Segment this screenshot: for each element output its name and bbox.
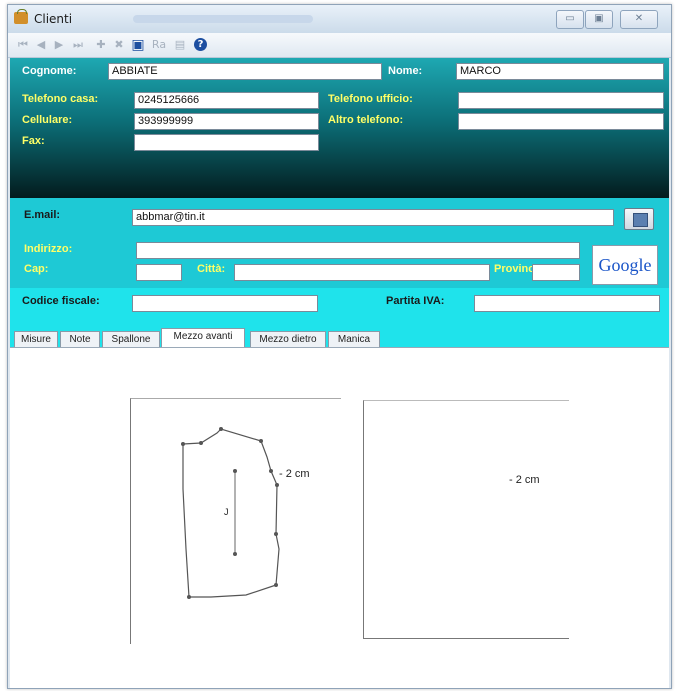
provincia-field[interactable]: [532, 264, 580, 281]
help-icon[interactable]: ?: [194, 38, 207, 51]
codice-fiscale-field[interactable]: [132, 295, 318, 312]
tab-manica[interactable]: Manica: [328, 331, 380, 347]
tab-mezzo-avanti[interactable]: Mezzo avanti: [161, 328, 245, 347]
telefono-ufficio-field[interactable]: [458, 92, 664, 109]
codice-fiscale-label: Codice fiscale:: [22, 295, 100, 307]
cognome-field[interactable]: ABBIATE: [108, 63, 382, 80]
title-blurred-text: [133, 15, 313, 23]
partita-iva-field[interactable]: [474, 295, 660, 312]
indirizzo-label: Indirizzo:: [24, 243, 73, 255]
front-pattern-drawing: [181, 427, 280, 599]
first-record-icon[interactable]: ⏮: [16, 37, 30, 53]
altro-telefono-field[interactable]: [458, 113, 664, 130]
title-bar: Clienti ▭ ▣ ✕: [8, 5, 671, 33]
back-measure-label: - 2 cm: [509, 474, 540, 486]
email-icon: [633, 213, 648, 227]
front-pattern-image: - 2 cm J: [130, 398, 341, 644]
clienti-window: Clienti ▭ ▣ ✕ ⏮ ◀ ▶ ⏭ ✚ ✖ ▣ Ra ▤ ? Cogno…: [7, 4, 672, 689]
app-icon: [14, 9, 28, 24]
last-record-icon[interactable]: ⏭: [70, 37, 86, 53]
tab-mezzo-dietro[interactable]: Mezzo dietro: [250, 331, 326, 347]
partita-iva-label: Partita IVA:: [386, 295, 445, 307]
telefono-ufficio-label: Telefono ufficio:: [328, 93, 413, 105]
front-measure-label: - 2 cm: [279, 468, 310, 480]
previous-record-icon[interactable]: ◀: [34, 37, 48, 53]
cap-field[interactable]: [136, 264, 182, 281]
telefono-casa-label: Telefono casa:: [22, 93, 99, 105]
add-record-icon[interactable]: ✚: [94, 37, 108, 53]
cognome-label: Cognome:: [22, 65, 77, 77]
email-label: E.mail:: [24, 209, 61, 221]
telefono-casa-field[interactable]: 0245125666: [134, 92, 319, 109]
fax-label: Fax:: [22, 135, 45, 147]
tab-strip: Misure Note Spallone Mezzo avanti Mezzo …: [10, 325, 669, 347]
google-maps-button[interactable]: Google: [592, 245, 658, 285]
citta-field[interactable]: [234, 264, 490, 281]
nome-label: Nome:: [388, 65, 423, 77]
save-icon[interactable]: ▣: [130, 37, 146, 53]
navigation-toolbar: ⏮ ◀ ▶ ⏭ ✚ ✖ ▣ Ra ▤ ?: [8, 33, 671, 58]
maximize-button[interactable]: ▣: [585, 10, 613, 29]
delete-record-icon[interactable]: ✖: [112, 37, 126, 53]
tab-content-mezzo-avanti: - 2 cm J - 2 cm: [10, 347, 669, 688]
window-title: Clienti: [34, 12, 73, 26]
fax-field[interactable]: [134, 134, 319, 151]
tab-misure[interactable]: Misure: [14, 331, 58, 347]
altro-telefono-label: Altro telefono:: [328, 114, 404, 126]
email-field[interactable]: abbmar@tin.it: [132, 209, 614, 226]
google-logo-text: Google: [598, 255, 652, 275]
back-pattern-image: - 2 cm: [363, 400, 569, 639]
next-record-icon[interactable]: ▶: [52, 37, 66, 53]
cap-label: Cap:: [24, 263, 49, 275]
edit-icon[interactable]: Ra: [150, 37, 168, 53]
cellulare-label: Cellulare:: [22, 114, 73, 126]
tab-note[interactable]: Note: [60, 331, 100, 347]
minimize-button[interactable]: ▭: [556, 10, 584, 29]
tab-spallone[interactable]: Spallone: [102, 331, 160, 347]
citta-label: Città:: [197, 263, 226, 275]
nome-field[interactable]: MARCO: [456, 63, 664, 80]
close-button[interactable]: ✕: [620, 10, 658, 29]
front-mark-label: J: [224, 507, 229, 517]
send-email-button[interactable]: [624, 208, 654, 230]
indirizzo-field[interactable]: [136, 242, 580, 259]
print-icon[interactable]: ▤: [172, 37, 188, 53]
cellulare-field[interactable]: 393999999: [134, 113, 319, 130]
